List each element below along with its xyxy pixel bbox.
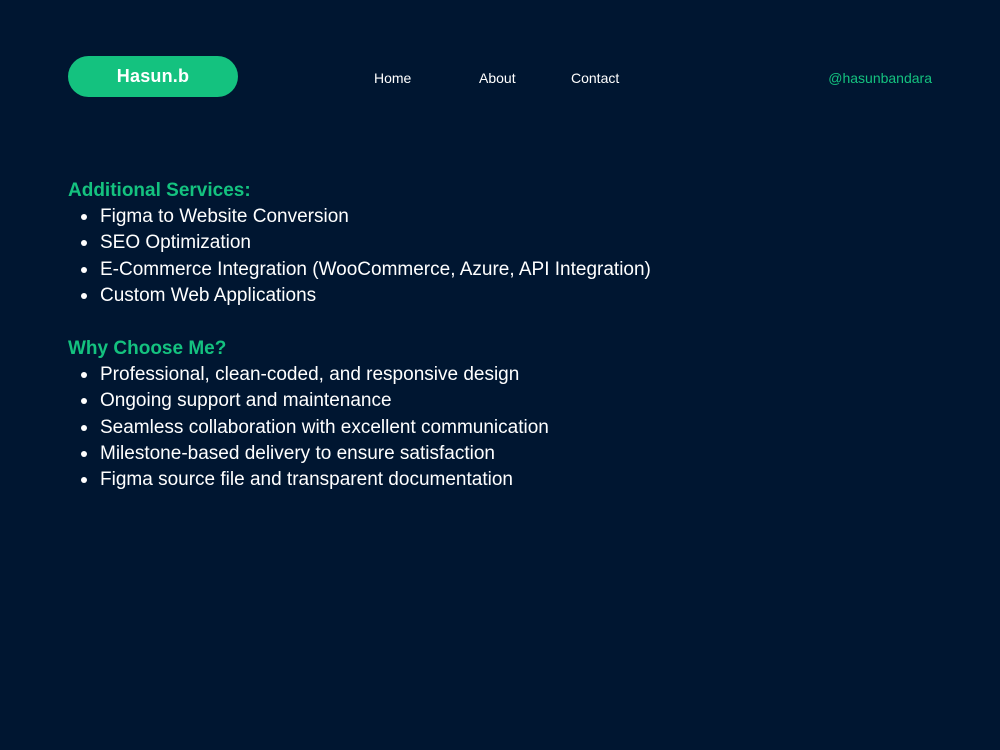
reasons-list: Professional, clean-coded, and responsiv…	[68, 362, 928, 493]
list-item-text: Milestone-based delivery to ensure satis…	[100, 443, 495, 465]
bullet-icon	[81, 240, 87, 247]
list-item: Professional, clean-coded, and responsiv…	[81, 362, 928, 388]
bullet-icon	[81, 398, 87, 405]
bullet-icon	[81, 477, 87, 484]
list-item: Custom Web Applications	[81, 283, 928, 309]
list-item: Ongoing support and maintenance	[81, 388, 928, 414]
list-item-text: Figma to Website Conversion	[100, 206, 349, 227]
list-item: Seamless collaboration with excellent co…	[81, 415, 928, 441]
nav-link-home[interactable]: Home	[374, 69, 411, 87]
bullet-icon	[81, 292, 87, 299]
bullet-icon	[81, 451, 87, 458]
site-header: Hasun.b Home About Contact @hasunbandara	[0, 0, 1000, 150]
main-content: Additional Services: Figma to Website Co…	[68, 178, 928, 494]
bullet-icon	[81, 214, 87, 220]
list-item: Milestone-based delivery to ensure satis…	[81, 441, 928, 467]
list-item-text: SEO Optimization	[100, 232, 251, 254]
list-item: E-Commerce Integration (WooCommerce, Azu…	[81, 257, 928, 283]
bullet-icon	[81, 266, 87, 273]
services-list: Figma to Website Conversion SEO Optimiza…	[68, 204, 928, 309]
list-item: Figma source file and transparent docume…	[81, 467, 928, 493]
nav-link-contact[interactable]: Contact	[571, 69, 619, 87]
list-item-text: Figma source file and transparent docume…	[100, 469, 513, 491]
social-handle-link[interactable]: @hasunbandara	[828, 69, 932, 87]
list-item-text: E-Commerce Integration (WooCommerce, Azu…	[100, 258, 651, 280]
list-item-text: Professional, clean-coded, and responsiv…	[100, 364, 520, 386]
bullet-icon	[81, 372, 87, 379]
list-item-text: Custom Web Applications	[100, 284, 317, 306]
nav-link-about[interactable]: About	[479, 69, 516, 87]
additional-services-section: Additional Services: Figma to Website Co…	[68, 178, 928, 309]
bullet-icon	[81, 424, 87, 431]
list-item-text: Seamless collaboration with excellent co…	[100, 416, 549, 438]
section-title: Additional Services:	[68, 180, 251, 201]
section-title: Why Choose Me?	[68, 338, 227, 360]
list-item: Figma to Website Conversion	[81, 204, 928, 230]
list-item: SEO Optimization	[81, 230, 928, 256]
why-choose-me-section: Why Choose Me? Professional, clean-coded…	[68, 336, 928, 493]
list-item-text: Ongoing support and maintenance	[100, 390, 392, 412]
